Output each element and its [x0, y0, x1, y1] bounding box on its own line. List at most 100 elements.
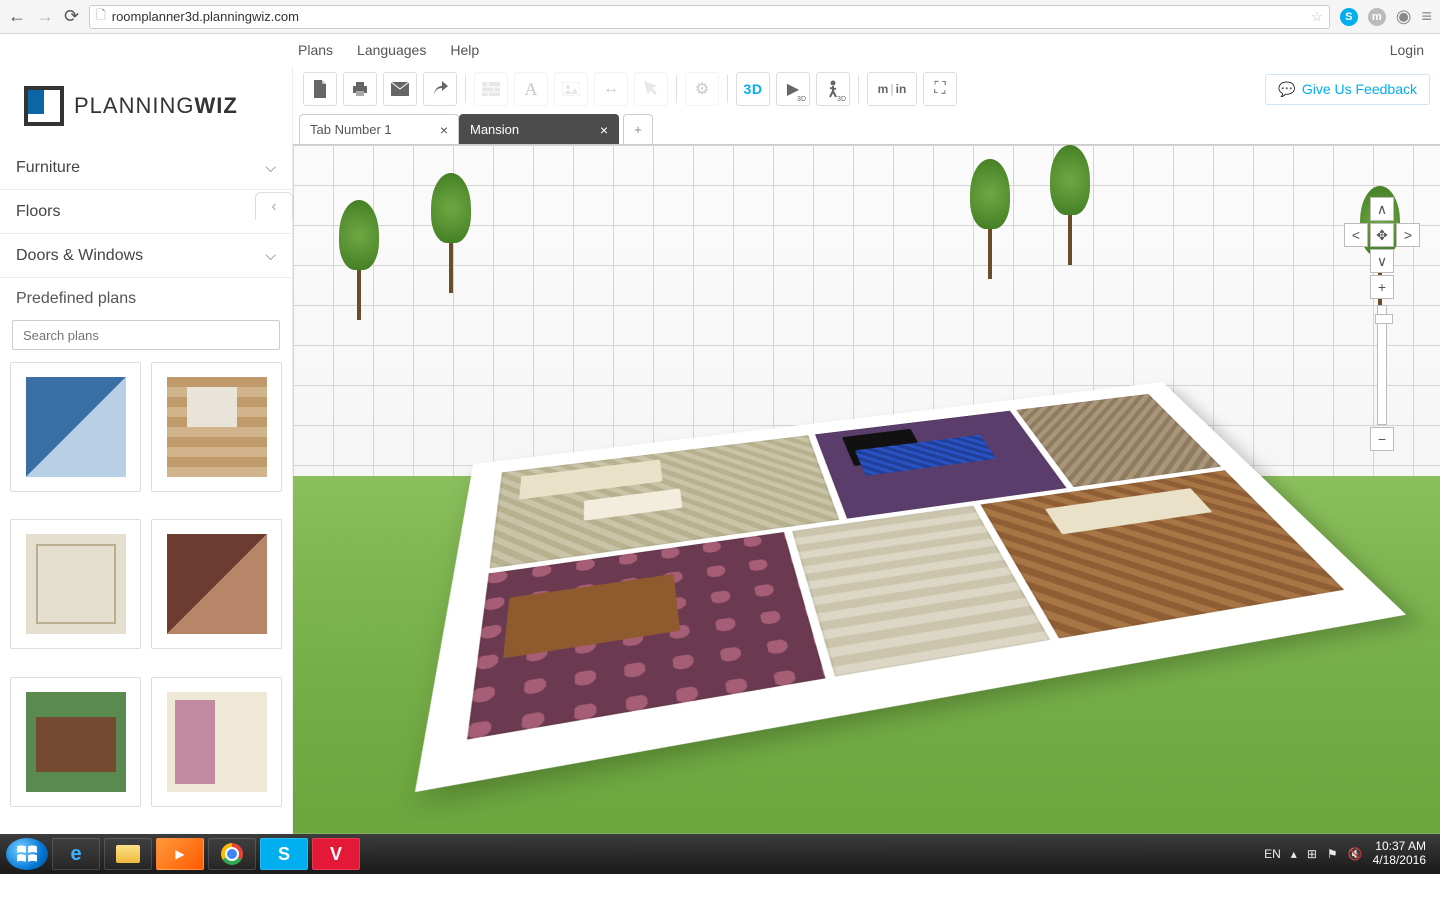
browser-toolbar: ← → ⟳ 🗋 roomplanner3d.planningwiz.com ☆ …: [0, 0, 1440, 34]
feedback-button[interactable]: 💬 Give Us Feedback: [1265, 74, 1430, 105]
tree-decoration: [339, 200, 379, 320]
viewport-3d[interactable]: ∧ < ✥ > ∨ + −: [293, 144, 1440, 834]
menu-languages[interactable]: Languages: [357, 42, 426, 58]
nav-left-button[interactable]: <: [1344, 223, 1368, 247]
units-toggle[interactable]: m|in: [867, 72, 917, 106]
logo-text: PLANNINGWIZ: [74, 93, 238, 119]
email-button[interactable]: [383, 72, 417, 106]
nav-down-button[interactable]: ∨: [1370, 249, 1394, 273]
close-icon[interactable]: ×: [600, 122, 608, 138]
tab-label: Mansion: [470, 122, 519, 137]
forward-button[interactable]: →: [36, 6, 54, 27]
tray-action-center-icon[interactable]: ⊞: [1307, 847, 1317, 861]
extension-m-icon[interactable]: m: [1368, 8, 1386, 26]
feedback-label: Give Us Feedback: [1302, 81, 1417, 97]
clock-time: 10:37 AM: [1373, 840, 1426, 854]
back-button[interactable]: ←: [8, 6, 26, 27]
login-link[interactable]: Login: [1390, 42, 1424, 58]
sidebar-category-doors-windows[interactable]: Doors & Windows ⌵: [0, 234, 292, 278]
sidebar-category-furniture[interactable]: Furniture ⌵: [0, 146, 292, 190]
units-in: in: [896, 82, 907, 96]
tab-label: Tab Number 1: [310, 122, 392, 137]
taskbar-skype-icon[interactable]: S: [260, 838, 308, 870]
zoom-out-button[interactable]: −: [1370, 427, 1394, 451]
tray-volume-icon[interactable]: 🔇: [1348, 847, 1363, 861]
plan-thumbnail[interactable]: [151, 519, 282, 649]
reload-button[interactable]: ⟳: [64, 6, 79, 27]
search-input[interactable]: [12, 320, 280, 350]
logo-brand-a: PLANNING: [74, 93, 194, 118]
logo-mark-icon: [24, 86, 64, 126]
menu-plans[interactable]: Plans: [298, 42, 333, 58]
logo-brand-b: WIZ: [194, 93, 237, 118]
menu-bar: Plans Languages Help Login: [0, 34, 1440, 66]
taskbar-explorer-icon[interactable]: [104, 838, 152, 870]
clock-date: 4/18/2016: [1373, 854, 1426, 868]
bookmark-star-icon[interactable]: ☆: [1311, 9, 1323, 25]
plan-thumbnail[interactable]: [10, 362, 141, 492]
chrome-menu-icon[interactable]: ≡: [1421, 6, 1432, 27]
units-m: m: [878, 82, 889, 96]
nav-right-button[interactable]: >: [1396, 223, 1420, 247]
url-text: roomplanner3d.planningwiz.com: [112, 9, 299, 24]
zoom-in-button[interactable]: +: [1370, 275, 1394, 299]
select-tool-button[interactable]: [634, 72, 668, 106]
plan-thumbnail[interactable]: [151, 677, 282, 807]
menu-help[interactable]: Help: [450, 42, 479, 58]
clock[interactable]: 10:37 AM 4/18/2016: [1373, 840, 1426, 868]
share-button[interactable]: [423, 72, 457, 106]
taskbar: e S V EN ▴ ⊞ ⚑ 🔇 10:37 AM 4/18/2016: [0, 834, 1440, 874]
nav-center-button[interactable]: ✥: [1370, 223, 1394, 247]
image-tool-button[interactable]: [554, 72, 588, 106]
print-button[interactable]: [343, 72, 377, 106]
category-label: Floors: [16, 203, 60, 221]
chevron-down-icon: ⌵: [265, 159, 276, 176]
plan-thumbnail[interactable]: [151, 362, 282, 492]
category-label: Doors & Windows: [16, 247, 143, 265]
taskbar-app-icon[interactable]: V: [312, 838, 360, 870]
fullscreen-button[interactable]: ⛶: [923, 72, 957, 106]
plan-thumbnail[interactable]: [10, 677, 141, 807]
taskbar-media-icon[interactable]: [156, 838, 204, 870]
start-button[interactable]: [6, 838, 48, 870]
toolbar: A ↔ ⚙ 3D ▶ m|in ⛶ 💬 Give Us Feedback: [293, 66, 1440, 112]
system-tray: EN ▴ ⊞ ⚑ 🔇 10:37 AM 4/18/2016: [1264, 840, 1434, 868]
comment-icon: 💬: [1278, 81, 1295, 98]
settings-button[interactable]: ⚙: [685, 72, 719, 106]
tray-flag-icon[interactable]: ⚑: [1327, 847, 1338, 861]
plans-grid: [0, 362, 292, 834]
wall-tool-button[interactable]: [474, 72, 508, 106]
taskbar-ie-icon[interactable]: e: [52, 838, 100, 870]
address-bar[interactable]: 🗋 roomplanner3d.planningwiz.com ☆: [89, 5, 1330, 29]
view-3d-button[interactable]: 3D: [736, 72, 770, 106]
add-tab-button[interactable]: +: [623, 114, 653, 144]
plan-tab[interactable]: Tab Number 1 ×: [299, 114, 459, 144]
plan-tabs: Tab Number 1 × Mansion × +: [293, 112, 1440, 144]
taskbar-chrome-icon[interactable]: [208, 838, 256, 870]
new-file-button[interactable]: [303, 72, 337, 106]
app-root: Plans Languages Help Login ‹ PLANNINGWIZ…: [0, 34, 1440, 834]
extension-skype-icon[interactable]: S: [1340, 8, 1358, 26]
sidebar-category-floors[interactable]: Floors ⌵: [0, 190, 292, 234]
play-3d-button[interactable]: ▶: [776, 72, 810, 106]
sidebar-collapse-toggle[interactable]: ‹: [255, 192, 293, 220]
predefined-plans-title: Predefined plans: [0, 278, 292, 320]
zoom-slider[interactable]: [1377, 305, 1387, 425]
close-icon[interactable]: ×: [440, 122, 448, 138]
text-tool-button[interactable]: A: [514, 72, 548, 106]
tray-chevron-icon[interactable]: ▴: [1291, 847, 1297, 861]
extension-misc-icon[interactable]: ◉: [1396, 6, 1412, 27]
plan-thumbnail[interactable]: [10, 519, 141, 649]
chevron-down-icon: ⌵: [265, 247, 276, 264]
tree-decoration: [970, 159, 1010, 279]
nav-up-button[interactable]: ∧: [1370, 197, 1394, 221]
language-indicator[interactable]: EN: [1264, 847, 1281, 861]
logo: PLANNINGWIZ: [0, 66, 292, 146]
walk-3d-button[interactable]: [816, 72, 850, 106]
search-container: [12, 320, 280, 350]
tree-decoration: [1050, 145, 1090, 265]
canvas-panel: A ↔ ⚙ 3D ▶ m|in ⛶ 💬 Give Us Feedback: [293, 66, 1440, 834]
dimension-tool-button[interactable]: ↔: [594, 72, 628, 106]
plan-tab[interactable]: Mansion ×: [459, 114, 619, 144]
page-icon: 🗋: [96, 6, 106, 27]
